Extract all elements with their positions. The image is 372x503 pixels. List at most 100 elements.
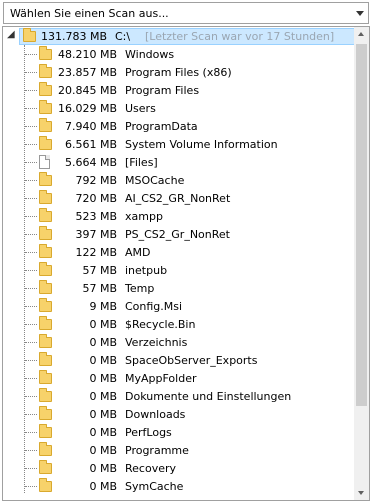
folder-icon [39, 262, 52, 276]
tree-row[interactable]: 720 MB AI_CS2_GR_NonRet [3, 189, 355, 207]
scrollbar-thumb[interactable] [356, 44, 367, 406]
item-name: Dokumente und Einstellungen [125, 390, 292, 403]
tree-branch-line [25, 468, 37, 469]
tree-row[interactable]: 57 MB Temp [3, 279, 355, 297]
folder-icon [39, 190, 52, 204]
item-size: 6.561 MB [64, 138, 117, 151]
tree-row[interactable]: 397 MB PS_CS2_Gr_NonRet [3, 225, 355, 243]
tree-row[interactable]: 7.940 MB ProgramData [3, 117, 355, 135]
expand-toggle-icon[interactable] [20, 321, 27, 328]
item-size: 0 MB [89, 426, 117, 439]
tree-row[interactable]: 0 MB SymCache [3, 477, 355, 495]
expand-toggle-icon[interactable] [20, 285, 27, 292]
folder-tree[interactable]: ◢ 131.783 MB C:\ [Letzter Scan war vor 1… [2, 26, 370, 501]
chevron-down-icon[interactable] [356, 11, 364, 16]
folder-icon [39, 298, 52, 312]
tree-row[interactable]: 20.845 MB Program Files [3, 81, 355, 99]
tree-row[interactable]: 0 MB MyAppFolder [3, 369, 355, 387]
expand-toggle-icon[interactable] [20, 177, 27, 184]
folder-icon [39, 478, 52, 492]
tree-branch-line [25, 360, 37, 361]
expand-toggle-icon[interactable] [20, 267, 27, 274]
folder-icon [39, 100, 52, 114]
item-name: Programme [125, 444, 189, 457]
item-size: 0 MB [89, 390, 117, 403]
tree-row[interactable]: 5.664 MB [Files] [3, 153, 355, 171]
folder-icon [39, 460, 52, 474]
item-name: Windows [125, 48, 175, 61]
tree-row[interactable]: 6.561 MB System Volume Information [3, 135, 355, 153]
tree-row[interactable]: 792 MB MSOCache [3, 171, 355, 189]
item-name: Downloads [125, 408, 186, 421]
tree-branch-line [25, 396, 37, 397]
expand-toggle-icon[interactable] [20, 123, 27, 130]
scroll-down-arrow-icon[interactable] [354, 485, 369, 500]
scan-select-dropdown[interactable]: Wählen Sie einen Scan aus... [3, 2, 369, 24]
tree-row[interactable]: 57 MB inetpub [3, 261, 355, 279]
item-name: Temp [125, 282, 155, 295]
item-name: SpaceObServer_Exports [125, 354, 258, 367]
item-name: PerfLogs [125, 426, 172, 439]
item-name: Program Files [125, 84, 200, 97]
item-size: 0 MB [89, 480, 117, 493]
tree-row[interactable]: 0 MB Dokumente und Einstellungen [3, 387, 355, 405]
tree-row[interactable]: 0 MB Recovery [3, 459, 355, 477]
expand-toggle-icon[interactable] [20, 213, 27, 220]
folder-icon [39, 280, 52, 294]
item-size: 7.940 MB [64, 120, 117, 133]
tree-row[interactable]: 9 MB Config.Msi [3, 297, 355, 315]
tree-root-row[interactable]: ◢ 131.783 MB C:\ [Letzter Scan war vor 1… [3, 27, 355, 45]
expand-toggle-icon[interactable] [20, 231, 27, 238]
folder-icon [39, 442, 52, 456]
item-name: Config.Msi [125, 300, 183, 313]
tree-row[interactable]: 523 MB xampp [3, 207, 355, 225]
item-size: 0 MB [89, 318, 117, 331]
item-size: 20.845 MB [57, 84, 117, 97]
item-size: 397 MB [75, 228, 117, 241]
tree-row[interactable]: 16.029 MB Users [3, 99, 355, 117]
tree-row[interactable]: 0 MB SpaceObServer_Exports [3, 351, 355, 369]
item-size: 57 MB [82, 264, 117, 277]
tree-branch-line [25, 162, 37, 163]
item-name: Verzeichnis [125, 336, 188, 349]
folder-icon [39, 334, 52, 348]
item-name: $Recycle.Bin [125, 318, 196, 331]
root-size: 131.783 MB [40, 30, 107, 43]
item-name: Program Files (x86) [125, 66, 232, 79]
tree-branch-line [25, 414, 37, 415]
item-size: 57 MB [82, 282, 117, 295]
expand-toggle-icon[interactable] [20, 195, 27, 202]
item-name: MSOCache [125, 174, 185, 187]
folder-icon [39, 64, 52, 78]
tree-row[interactable]: 0 MB $Recycle.Bin [3, 315, 355, 333]
folder-icon [39, 388, 52, 402]
expand-toggle-icon[interactable] [20, 141, 27, 148]
item-size: 0 MB [89, 462, 117, 475]
expand-toggle-icon[interactable] [20, 87, 27, 94]
item-name: System Volume Information [125, 138, 278, 151]
folder-icon [39, 208, 52, 222]
tree-row[interactable]: 0 MB Verzeichnis [3, 333, 355, 351]
tree-row[interactable]: 122 MB AMD [3, 243, 355, 261]
expand-toggle-icon[interactable] [20, 249, 27, 256]
tree-row[interactable]: 48.210 MB Windows [3, 45, 355, 63]
scroll-up-arrow-icon[interactable] [354, 27, 369, 42]
last-scan-note: [Letzter Scan war vor 17 Stunden] [145, 30, 335, 43]
expand-toggle-icon[interactable] [20, 69, 27, 76]
item-name: Recovery [125, 462, 177, 475]
tree-row[interactable]: 0 MB Downloads [3, 405, 355, 423]
tree-branch-line [25, 378, 37, 379]
expand-toggle-icon[interactable] [20, 105, 27, 112]
expand-toggle-icon[interactable] [20, 51, 27, 58]
vertical-scrollbar[interactable] [354, 27, 369, 500]
item-name: ProgramData [125, 120, 198, 133]
tree-row[interactable]: 0 MB PerfLogs [3, 423, 355, 441]
tree-row[interactable]: 23.857 MB Program Files (x86) [3, 63, 355, 81]
folder-icon [39, 352, 52, 366]
tree-row[interactable]: 0 MB Programme [3, 441, 355, 459]
tree-branch-line [25, 306, 37, 307]
folder-icon [39, 370, 52, 384]
tree-branch-line [25, 486, 37, 487]
item-size: 23.857 MB [57, 66, 117, 79]
tree-rows: ◢ 131.783 MB C:\ [Letzter Scan war vor 1… [3, 27, 355, 500]
